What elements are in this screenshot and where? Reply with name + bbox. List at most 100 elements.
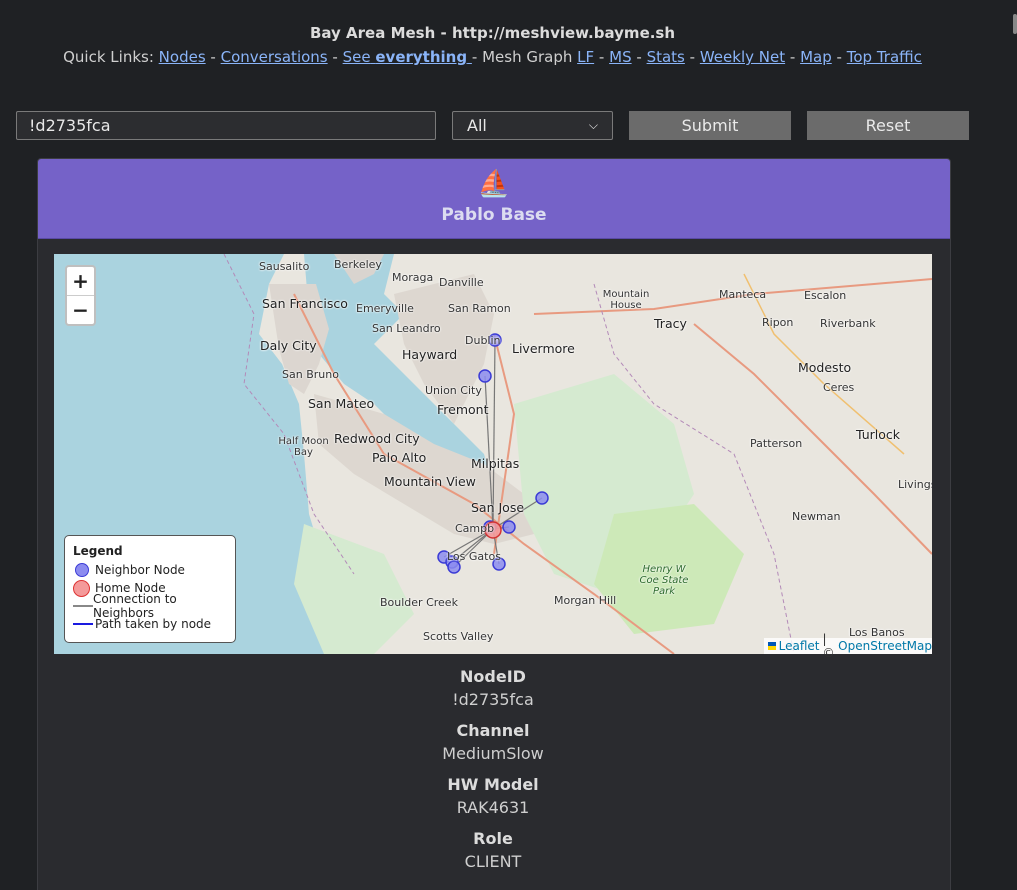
separator: -: [210, 48, 216, 66]
place-label: Riverbank: [820, 317, 876, 330]
place-label: Modesto: [798, 360, 852, 375]
separator: -: [836, 48, 842, 66]
place-label: Campb: [455, 522, 495, 535]
neighbor-node-marker[interactable]: [478, 369, 492, 383]
zoom-control: + −: [65, 265, 96, 326]
link-lf[interactable]: LF: [577, 48, 594, 66]
separator: -: [789, 48, 796, 66]
place-label: Turlock: [856, 427, 901, 442]
place-label: Emeryville: [356, 302, 414, 315]
detail-value: CLIENT: [464, 852, 522, 871]
neighbor-node-marker[interactable]: [502, 520, 516, 534]
channel-select[interactable]: All ⌵: [452, 111, 613, 140]
separator: -: [636, 48, 642, 66]
link-weekly-net[interactable]: Weekly Net: [700, 48, 785, 66]
site-title: Bay Area Mesh - http://meshview.bayme.sh: [309, 24, 676, 42]
place-label: Palo Alto: [372, 450, 427, 465]
map-attribution: Leaflet | © OpenStreetMap: [764, 632, 932, 660]
node-details: NodeID !d2735fca Channel MediumSlow HW M…: [37, 662, 949, 878]
place-label: Danville: [439, 276, 484, 289]
place-label: Ripon: [762, 316, 794, 329]
neighbor-node-icon: [75, 563, 89, 577]
legend-label: Neighbor Node: [95, 563, 185, 577]
sailboat-icon: ⛵: [477, 169, 511, 199]
place-label: Manteca: [719, 288, 767, 301]
connection-line-icon: [73, 605, 93, 607]
place-label: Livingst: [898, 478, 932, 491]
link-top-traffic[interactable]: Top Traffic: [847, 48, 922, 66]
place-label: Mountain View: [384, 474, 476, 489]
place-label: Union City: [425, 384, 482, 397]
place-label: San Mateo: [308, 396, 375, 411]
detail-value: MediumSlow: [442, 744, 544, 763]
separator: -: [598, 48, 605, 66]
place-label: Newman: [792, 510, 841, 523]
link-stats[interactable]: Stats: [647, 48, 685, 66]
legend-label: Path taken by node: [95, 617, 212, 631]
search-input[interactable]: [16, 111, 436, 140]
place-label: Redwood City: [334, 431, 420, 446]
legend-item-neighbor: Neighbor Node: [73, 561, 227, 579]
chevron-down-icon: ⌵: [588, 118, 598, 132]
place-label: Los Gatos: [447, 550, 501, 563]
detail-label: Role: [473, 829, 513, 848]
reset-button[interactable]: Reset: [807, 111, 969, 140]
ukraine-flag-icon: [768, 642, 776, 650]
submit-button[interactable]: Submit: [629, 111, 791, 140]
separator: -: [689, 48, 696, 66]
place-label: Livermore: [512, 341, 575, 356]
zoom-out-button[interactable]: −: [67, 296, 94, 324]
place-label: Moraga: [392, 271, 434, 284]
node-card-header: ⛵ Pablo Base: [38, 159, 950, 239]
place-label: Half Moon Bay: [278, 436, 329, 458]
detail-value: !d2735fca: [452, 690, 534, 709]
place-label: Patterson: [750, 437, 803, 450]
separator: -: [332, 48, 338, 66]
neighbor-node-marker[interactable]: [535, 491, 549, 505]
link-conversations[interactable]: Conversations: [221, 48, 328, 66]
mesh-graph-label: Mesh Graph: [482, 48, 573, 66]
place-label: Morgan Hill: [554, 594, 617, 607]
place-label: Scotts Valley: [423, 630, 494, 643]
place-label: Berkeley: [334, 258, 382, 271]
osm-link[interactable]: OpenStreetMap: [838, 639, 932, 653]
place-label: San Leandro: [372, 322, 441, 335]
place-label: Dublin: [465, 334, 501, 347]
place-label: Escalon: [804, 289, 847, 302]
legend-label: Connection to Neighbors: [93, 592, 177, 620]
channel-select-value: All: [467, 116, 487, 135]
link-see-text: See: [342, 48, 371, 66]
page: Bay Area Mesh - http://meshview.bayme.sh…: [0, 0, 1017, 890]
place-label: San Ramon: [448, 302, 511, 315]
zoom-in-button[interactable]: +: [67, 267, 94, 296]
place-label: Tracy: [654, 316, 687, 331]
link-see-everything[interactable]: See everything: [343, 48, 472, 66]
place-label: Sausalito: [259, 260, 310, 273]
place-label: Henry W Coe State Park: [639, 564, 689, 597]
scrollbar[interactable]: [1013, 14, 1017, 34]
detail-label: HW Model: [447, 775, 539, 794]
place-label: Boulder Creek: [380, 596, 458, 609]
place-label: Fremont: [437, 402, 489, 417]
link-ms[interactable]: MS: [609, 48, 631, 66]
place-label: San Francisco: [262, 296, 348, 311]
link-map[interactable]: Map: [800, 48, 832, 66]
attribution-separator: | ©: [822, 632, 835, 660]
link-nodes[interactable]: Nodes: [159, 48, 206, 66]
quick-links-label: Quick Links:: [63, 48, 154, 66]
detail-value: RAK4631: [456, 798, 530, 817]
place-label: Ceres: [823, 381, 855, 394]
link-everything-text: everything: [375, 48, 468, 66]
detail-label: Channel: [456, 721, 530, 740]
place-label: San Jose: [471, 500, 525, 515]
quick-links: Quick Links: Nodes - Conversations - See…: [0, 48, 985, 66]
leaflet-link[interactable]: Leaflet: [779, 639, 820, 653]
legend-item-connection: Connection to Neighbors: [73, 592, 227, 620]
separator: -: [471, 48, 478, 66]
node-name: Pablo Base: [441, 205, 547, 225]
place-label: Mountain House: [602, 289, 650, 311]
place-label: Daly City: [260, 338, 317, 353]
legend-item-path: Path taken by node: [73, 615, 227, 633]
home-node-icon: [73, 579, 90, 597]
place-label: San Bruno: [282, 368, 339, 381]
